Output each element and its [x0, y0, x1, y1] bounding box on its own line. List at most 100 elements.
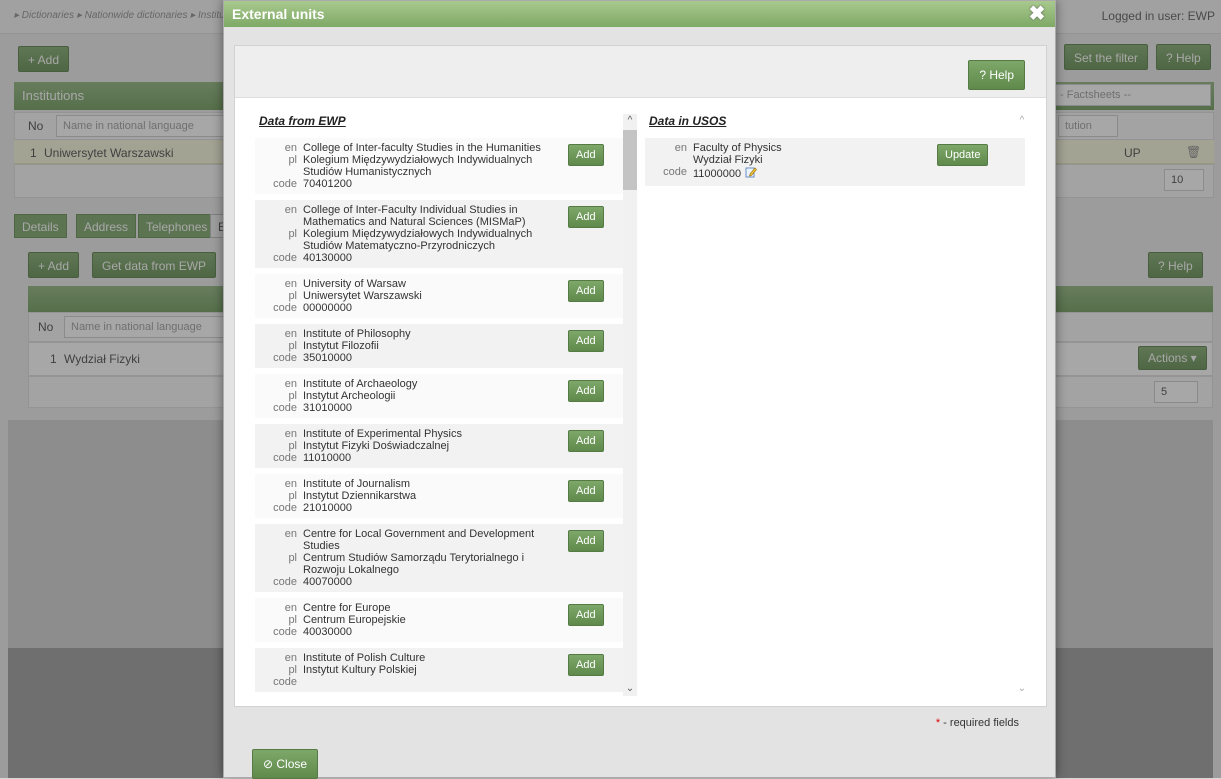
lang-label: code — [273, 626, 297, 638]
ewp-code: 40030000 — [303, 626, 352, 638]
lang-label: en — [284, 602, 297, 614]
ewp-code: 40070000 — [303, 576, 352, 588]
lang-label: code — [273, 252, 297, 264]
ewp-pl-name: Instytut Kultury Polskiej — [303, 664, 417, 676]
ewp-pl-name: Centrum Europejskie — [303, 614, 406, 626]
usos-column-header: Data in USOS — [649, 114, 727, 128]
ewp-en-name: Centre for Local Government and Developm… — [303, 528, 535, 552]
usos-code: 11000000 — [693, 168, 742, 180]
lang-label: pl — [288, 154, 297, 166]
lang-label: en — [284, 652, 297, 664]
help-button[interactable]: ? Help — [968, 60, 1025, 90]
lang-label: pl — [288, 490, 297, 502]
add-ewp-unit-button[interactable]: Add — [568, 280, 604, 302]
ewp-pl-name: Kolegium Międzywydziałowych Indywidualny… — [303, 228, 533, 252]
lang-pl-label — [645, 154, 693, 166]
add-ewp-unit-button[interactable]: Add — [568, 330, 604, 352]
ewp-code: 11010000 — [303, 452, 352, 464]
ewp-pl-name: Instytut Dziennikarstwa — [303, 490, 417, 502]
add-ewp-unit-button[interactable]: Add — [568, 530, 604, 552]
ewp-en-name: College of Inter-faculty Studies in the … — [303, 142, 541, 154]
ewp-entry: en Institute of Philosophy pl Instytut Filo… — [255, 324, 637, 368]
close-icon[interactable]: ✖ — [1027, 4, 1047, 24]
ewp-pl-name: Instytut Archeologii — [303, 390, 396, 402]
ewp-entry: en Institute of Experimental Physics pl Ins… — [255, 424, 637, 468]
ewp-pl-name: Uniwersytet Warszawski — [303, 290, 422, 302]
ewp-scrollbar[interactable]: ^ ⌄ — [623, 114, 637, 696]
usos-en-name: Faculty of Physics — [693, 142, 782, 154]
ewp-en-name: Centre for Europe — [303, 602, 391, 614]
scroll-up-icon-2[interactable]: ^ — [1015, 114, 1029, 128]
ewp-entry: en Institute of Polish Culture pl Instytut … — [255, 648, 637, 692]
add-ewp-unit-button[interactable]: Add — [568, 604, 604, 626]
usos-scrollbar[interactable]: ^ ⌄ — [1015, 114, 1029, 696]
lang-label: code — [273, 576, 297, 588]
lang-code-label: code — [663, 166, 687, 178]
lang-label: pl — [288, 228, 297, 240]
add-ewp-unit-button[interactable]: Add — [568, 654, 604, 676]
lang-label: en — [284, 204, 297, 216]
modal-title: External units — [232, 6, 325, 22]
ewp-code — [303, 676, 563, 688]
modal-footer: * - required fields — [224, 707, 1055, 737]
ewp-en-name: Institute of Philosophy — [303, 328, 411, 340]
ewp-column[interactable]: Data from EWP en College of Inter-faculty… — [255, 114, 637, 696]
lang-label: code — [273, 452, 297, 464]
ewp-en-name: Institute of Journalism — [303, 478, 410, 490]
ewp-column-header: Data from EWP — [259, 114, 346, 128]
scroll-thumb[interactable] — [623, 130, 637, 190]
ewp-list: en College of Inter-faculty Studies in th… — [255, 138, 637, 692]
lang-label: en — [284, 378, 297, 390]
usos-pl-name: Wydział Fizyki — [693, 154, 763, 166]
ewp-code: 31010000 — [303, 402, 352, 414]
required-text: - required fields — [940, 717, 1019, 729]
lang-label: pl — [288, 664, 297, 676]
ewp-en-name: Institute of Archaeology — [303, 378, 418, 390]
ewp-en-name: College of Inter-Faculty Individual Stud… — [303, 204, 526, 228]
lang-label: pl — [288, 552, 297, 564]
close-button[interactable]: ⊘ Close — [252, 749, 319, 779]
scroll-down-icon[interactable]: ⌄ — [623, 682, 637, 696]
update-button[interactable]: Update — [937, 144, 989, 166]
scroll-up-icon[interactable]: ^ — [623, 114, 637, 128]
add-ewp-unit-button[interactable]: Add — [568, 480, 604, 502]
external-units-modal: External units ✖ ? Help Data from EWP en… — [223, 0, 1056, 779]
ewp-code: 21010000 — [303, 502, 352, 514]
lang-label: pl — [288, 290, 297, 302]
ewp-entry: en Institute of Archaeology pl Instytut Arc… — [255, 374, 637, 418]
ewp-en-name: Institute of Experimental Physics — [303, 428, 462, 440]
lang-label: en — [284, 528, 297, 540]
add-ewp-unit-button[interactable]: Add — [568, 144, 604, 166]
lang-label: en — [284, 142, 297, 154]
modal-toolbar: ? Help — [235, 46, 1046, 98]
ewp-entry: en College of Inter-faculty Studies in th… — [255, 138, 637, 194]
lang-label: pl — [288, 390, 297, 402]
ewp-pl-name: Instytut Filozofii — [303, 340, 379, 352]
add-ewp-unit-button[interactable]: Add — [568, 380, 604, 402]
lang-label: code — [273, 352, 297, 364]
lang-label: pl — [288, 614, 297, 626]
usos-entry: en Faculty of Physics Wydział Fizyki code… — [645, 138, 1025, 186]
scroll-down-icon-2[interactable]: ⌄ — [1015, 682, 1029, 696]
edit-icon[interactable] — [745, 166, 758, 178]
lang-label: pl — [288, 440, 297, 452]
ewp-code: 35010000 — [303, 352, 352, 364]
ewp-en-name: University of Warsaw — [303, 278, 406, 290]
ewp-entry: en Centre for Local Government and Develo… — [255, 524, 637, 592]
lang-label: code — [273, 676, 297, 688]
ewp-en-name: Institute of Polish Culture — [303, 652, 426, 664]
add-ewp-unit-button[interactable]: Add — [568, 206, 604, 228]
ewp-pl-name: Centrum Studiów Samorządu Terytorialnego… — [303, 552, 525, 576]
ewp-code: 00000000 — [303, 302, 352, 314]
lang-label: en — [284, 278, 297, 290]
lang-label: en — [284, 328, 297, 340]
lang-label: code — [273, 402, 297, 414]
modal-title-bar: External units ✖ — [224, 1, 1055, 27]
ewp-pl-name: Instytut Fizyki Doświadczalnej — [303, 440, 450, 452]
ewp-code: 70401200 — [303, 178, 352, 190]
required-fields-note: * - required fields — [936, 717, 1019, 729]
ewp-entry: en College of Inter-Faculty Individual St… — [255, 200, 637, 268]
modal-content: ? Help Data from EWP en College of Inter-… — [234, 45, 1047, 707]
add-ewp-unit-button[interactable]: Add — [568, 430, 604, 452]
ewp-pl-name: Kolegium Międzywydziałowych Indywidualny… — [303, 154, 533, 178]
